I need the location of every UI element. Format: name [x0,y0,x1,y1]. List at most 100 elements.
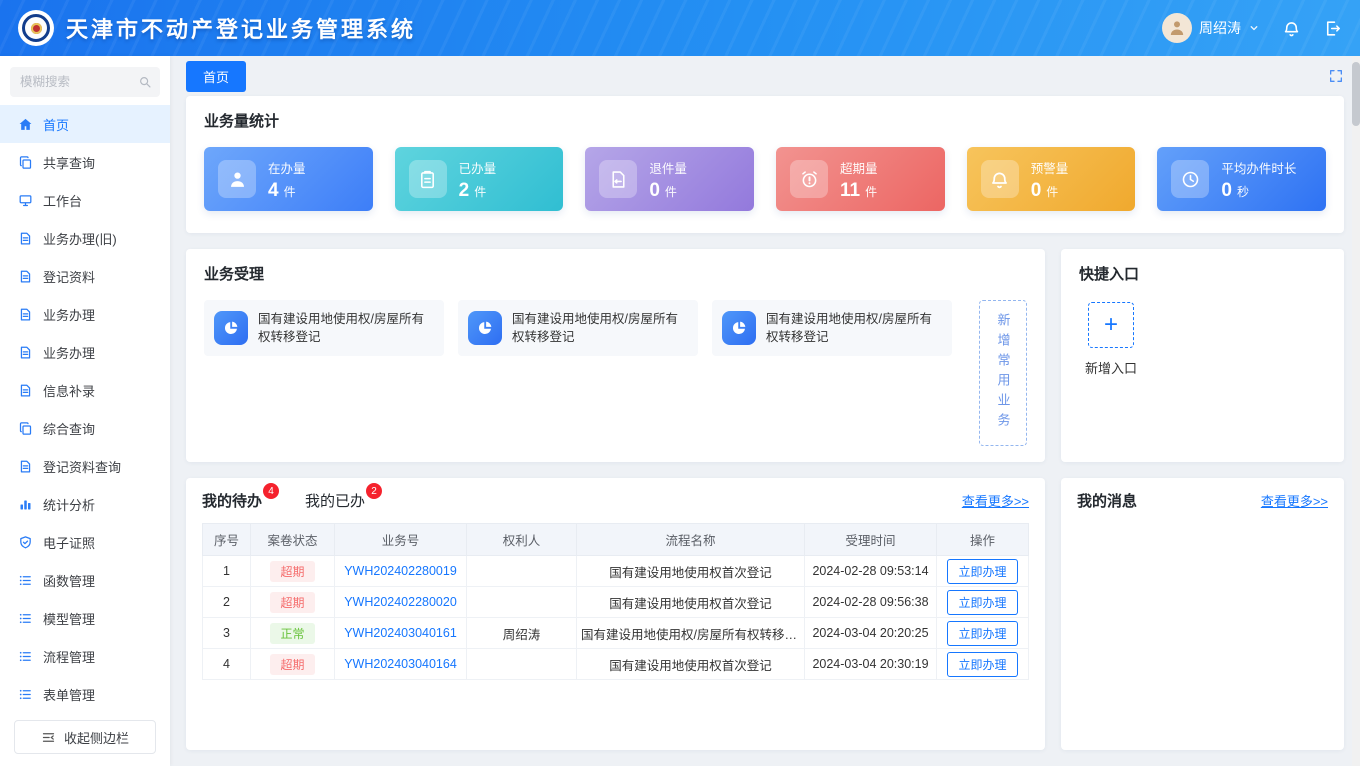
cell-business-no: YWH202402280020 [335,587,467,618]
menu-item-label: 业务办理 [43,305,95,324]
handle-now-button[interactable]: 立即办理 [947,652,1017,677]
pie-chart-icon [722,311,756,345]
cell-holder [467,649,577,680]
pie-chart-icon [214,311,248,345]
status-badge: 正常 [270,623,314,644]
sidebar-menu-item[interactable]: 流程管理 [0,637,170,675]
todo-tab[interactable]: 我的待办 4 [202,490,279,511]
sidebar-menu-item[interactable]: 模型管理 [0,599,170,637]
scrollbar-thumb[interactable] [1352,62,1360,126]
sidebar-menu-item[interactable]: 业务办理 [0,333,170,371]
cell-holder [467,587,577,618]
stat-icon [1171,160,1209,198]
menu-item-label: 业务办理 [43,343,95,362]
stat-label: 超期量 [840,158,878,177]
cell-business-no: YWH202403040161 [335,618,467,649]
messages-header: 我的消息 查看更多>> [1077,490,1328,511]
app-header: 天津市不动产登记业务管理系统 周绍涛 [0,0,1360,56]
add-entry-button[interactable]: + [1088,302,1134,348]
sidebar-menu-item[interactable]: 共享查询 [0,143,170,181]
cell-status: 超期 [251,556,335,587]
view-more-messages-link[interactable]: 查看更多>> [1261,491,1328,510]
window-scrollbar[interactable] [1352,56,1360,766]
collapse-sidebar-button[interactable]: 收起侧边栏 [14,720,156,754]
sidebar-menu-item[interactable]: 电子证照 [0,523,170,561]
sidebar-menu-item[interactable]: 登记资料 [0,257,170,295]
table-row: 3 正常 YWH202403040161 周绍涛 国有建设用地使 [203,618,1029,649]
sidebar-menu-item[interactable]: 首页 [0,105,170,143]
messages-title: 我的消息 [1077,490,1137,511]
tab-home[interactable]: 首页 [186,61,246,92]
menu-item-label: 业务办理(旧) [43,229,117,248]
todo-table: 序号 案卷状态 业务号 权利人 流程名称 [202,523,1029,680]
menu-item-icon [18,459,33,474]
cell-flow-name: 国有建设用地使用权首次登记 [577,587,805,618]
menu-item-label: 流程管理 [43,647,95,666]
sidebar-menu-item[interactable]: 综合查询 [0,409,170,447]
sidebar-menu-item[interactable]: 统计分析 [0,485,170,523]
menu-item-icon [18,421,33,436]
sidebar-menu-item[interactable]: 登记资料查询 [0,447,170,485]
stat-card: 在办量 4 件 [204,147,373,211]
stat-label: 退件量 [649,158,687,177]
add-common-business-button[interactable]: 新增常用业务 [979,300,1027,446]
business-no-link[interactable]: YWH202403040164 [344,657,457,671]
stat-icon [218,160,256,198]
acceptance-item[interactable]: 国有建设用地使用权/房屋所有权转移登记 [458,300,698,356]
cell-accept-time: 2024-03-04 20:30:19 [805,649,937,680]
count-badge: 4 [263,483,279,499]
acceptance-item-label: 国有建设用地使用权/房屋所有权转移登记 [512,310,688,346]
brand: 天津市不动产登记业务管理系统 [18,10,416,46]
menu-item-icon [18,497,33,512]
app-title: 天津市不动产登记业务管理系统 [66,12,416,44]
sidebar-menu-item[interactable]: 函数管理 [0,561,170,599]
sidebar-menu-item[interactable]: 业务办理 [0,295,170,333]
stat-card: 平均办件时长 0 秒 [1157,147,1326,211]
stat-unit: 件 [1046,183,1058,200]
handle-now-button[interactable]: 立即办理 [947,590,1017,615]
table-header-cell: 权利人 [467,524,577,556]
logout-button[interactable] [1323,19,1342,38]
sidebar-menu-item[interactable]: 工作台 [0,181,170,219]
acceptance-item[interactable]: 国有建设用地使用权/房屋所有权转移登记 [204,300,444,356]
stat-card: 预警量 0 件 [967,147,1136,211]
table-header-cell: 案卷状态 [251,524,335,556]
menu-item-label: 综合查询 [43,419,95,438]
menu-item-label: 模型管理 [43,609,95,628]
acceptance-section: 业务受理 国有建设用地使用权/房屋所有权转移登记 [186,249,1045,462]
business-no-link[interactable]: YWH202403040161 [344,626,457,640]
notifications-button[interactable] [1282,19,1301,38]
sidebar-menu-item[interactable]: 表单管理 [0,675,170,712]
fullscreen-toggle-icon[interactable] [1328,68,1344,84]
cell-accept-time: 2024-03-04 20:20:25 [805,618,937,649]
handle-now-button[interactable]: 立即办理 [947,559,1017,584]
stat-unit: 件 [665,183,677,200]
sidebar-menu-item[interactable]: 信息补录 [0,371,170,409]
menu-item-label: 工作台 [43,191,82,210]
acceptance-item[interactable]: 国有建设用地使用权/房屋所有权转移登记 [712,300,952,356]
menu-item-icon [18,535,33,550]
table-header-cell: 受理时间 [805,524,937,556]
app-logo-icon [18,10,54,46]
cell-flow-name: 国有建设用地使用权/房屋所有权转移登记 [577,618,805,649]
avatar [1162,13,1192,43]
todo-tab[interactable]: 我的已办 2 [305,490,382,511]
pie-chart-icon [468,311,502,345]
handle-now-button[interactable]: 立即办理 [947,621,1017,646]
cell-holder [467,556,577,587]
business-no-link[interactable]: YWH202402280019 [344,564,457,578]
collapse-icon [41,730,56,745]
table-header-row: 序号 案卷状态 业务号 权利人 流程名称 [203,524,1029,556]
cell-index: 4 [203,649,251,680]
acceptance-row: 国有建设用地使用权/房屋所有权转移登记 国有建设用地使用权/房屋所有权转移登记 [204,300,1027,446]
cell-index: 2 [203,587,251,618]
dashboard-content: 业务量统计 在办量 4 件 [170,96,1360,766]
menu-item-label: 登记资料查询 [43,457,121,476]
count-badge: 2 [366,483,382,499]
user-menu[interactable]: 周绍涛 [1162,13,1260,43]
business-no-link[interactable]: YWH202402280020 [344,595,457,609]
sidebar-menu-item[interactable]: 业务办理(旧) [0,219,170,257]
view-more-todo-link[interactable]: 查看更多>> [962,491,1029,510]
sidebar-menu: 首页 共享查询 [0,105,170,712]
menu-item-label: 电子证照 [43,533,95,552]
